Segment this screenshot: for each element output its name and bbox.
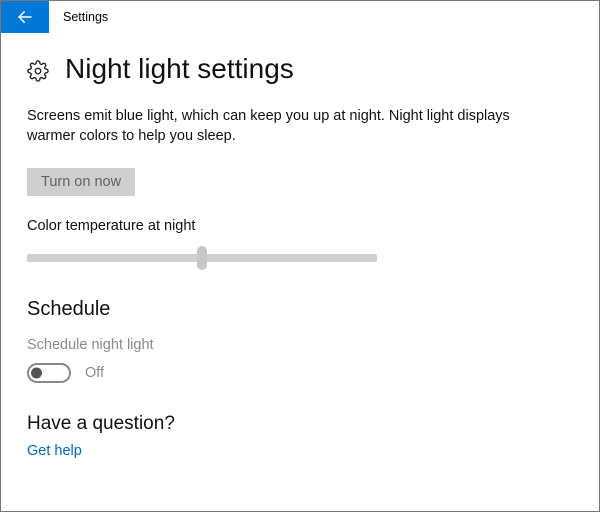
back-arrow-icon (16, 8, 34, 26)
page-description: Screens emit blue light, which can keep … (27, 107, 547, 146)
color-temperature-label: Color temperature at night (27, 218, 573, 234)
get-help-link[interactable]: Get help (27, 443, 573, 459)
have-a-question-heading: Have a question? (27, 413, 573, 435)
toggle-knob (31, 368, 42, 379)
settings-window: Settings Night light settings Screens em… (0, 0, 600, 512)
page-title: Night light settings (65, 53, 294, 85)
schedule-toggle-row: Off (27, 363, 573, 383)
color-temperature-slider[interactable] (27, 246, 377, 270)
slider-thumb[interactable] (197, 246, 207, 270)
schedule-toggle-state: Off (85, 365, 104, 381)
back-button[interactable] (1, 1, 49, 33)
schedule-heading: Schedule (27, 298, 573, 321)
schedule-toggle[interactable] (27, 363, 71, 383)
schedule-toggle-label: Schedule night light (27, 337, 573, 353)
gear-icon (27, 60, 49, 82)
titlebar-app-name: Settings (63, 10, 108, 24)
page-content: Night light settings Screens emit blue l… (1, 33, 599, 479)
page-header: Night light settings (27, 53, 573, 85)
titlebar: Settings (1, 1, 599, 33)
turn-on-now-button[interactable]: Turn on now (27, 168, 135, 196)
